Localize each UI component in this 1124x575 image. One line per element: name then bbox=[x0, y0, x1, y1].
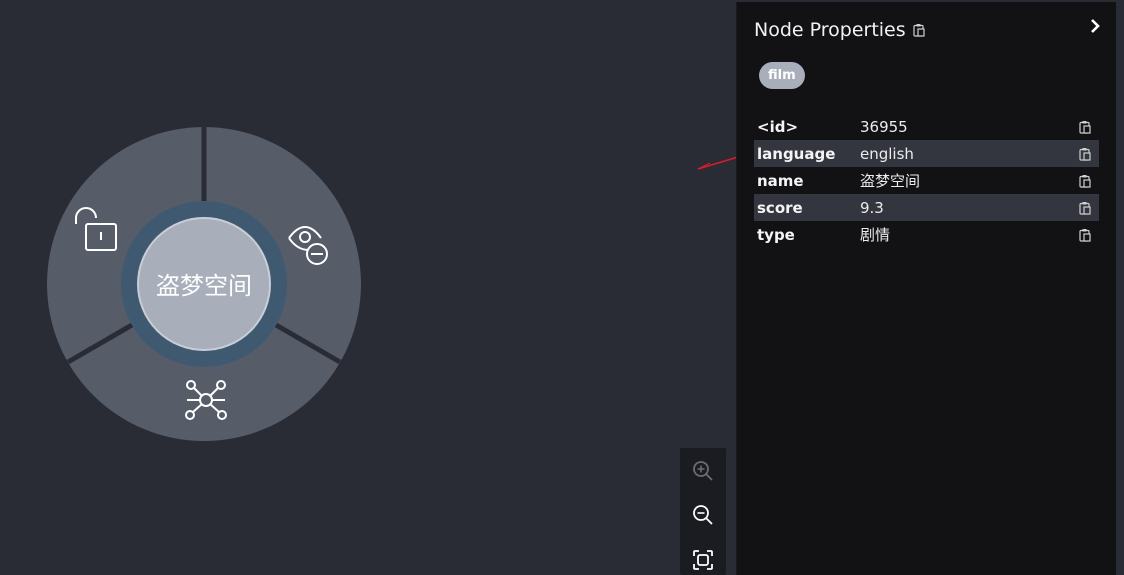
clipboard-icon bbox=[913, 24, 925, 37]
property-key: name bbox=[757, 171, 804, 190]
property-value: 剧情 bbox=[860, 226, 891, 244]
property-value: 36955 bbox=[860, 117, 908, 136]
property-key: <id> bbox=[757, 117, 799, 136]
copy-property-button[interactable] bbox=[1077, 173, 1093, 189]
zoom-out-button[interactable] bbox=[688, 500, 718, 530]
property-row: score 9.3 bbox=[754, 194, 1099, 221]
zoom-in-button[interactable] bbox=[688, 456, 718, 486]
zoom-out-icon bbox=[693, 505, 713, 525]
chevron-right-icon bbox=[1091, 19, 1100, 33]
property-row: type 剧情 bbox=[754, 221, 1099, 248]
copy-property-button[interactable] bbox=[1077, 200, 1093, 216]
node-label: 盗梦空间 bbox=[156, 272, 252, 300]
clipboard-icon bbox=[1079, 201, 1091, 215]
clipboard-icon bbox=[1079, 228, 1091, 242]
copy-property-button[interactable] bbox=[1077, 146, 1093, 162]
property-value: 盗梦空间 bbox=[860, 172, 921, 190]
fit-to-screen-icon bbox=[693, 550, 713, 570]
clipboard-icon bbox=[1079, 174, 1091, 188]
copy-property-button[interactable] bbox=[1077, 227, 1093, 243]
property-key: score bbox=[757, 198, 803, 217]
copy-property-button[interactable] bbox=[1077, 119, 1093, 135]
panel-header: Node Properties bbox=[754, 16, 926, 44]
property-key: language bbox=[757, 144, 836, 163]
zoom-controls bbox=[680, 448, 726, 575]
collapse-panel-button[interactable] bbox=[1083, 14, 1107, 38]
property-row: <id> 36955 bbox=[754, 113, 1099, 140]
zoom-in-icon bbox=[693, 461, 713, 481]
property-row: language english bbox=[754, 140, 1099, 167]
copy-all-button[interactable] bbox=[912, 23, 926, 37]
panel-title: Node Properties bbox=[754, 19, 906, 41]
property-key: type bbox=[757, 225, 795, 244]
clipboard-icon bbox=[1079, 147, 1091, 161]
property-row: name 盗梦空间 bbox=[754, 167, 1099, 194]
label-chip-film[interactable]: film bbox=[759, 62, 805, 89]
node-properties-panel: Node Properties film <id> 36955 language… bbox=[737, 2, 1116, 575]
properties-table: <id> 36955 language english name 盗梦空间 sc… bbox=[754, 113, 1099, 248]
property-value: 9.3 bbox=[860, 198, 884, 217]
clipboard-icon bbox=[1079, 120, 1091, 134]
fit-to-screen-button[interactable] bbox=[688, 545, 718, 575]
property-value: english bbox=[860, 144, 914, 163]
radial-context-menu: 盗梦空间 bbox=[47, 127, 361, 441]
